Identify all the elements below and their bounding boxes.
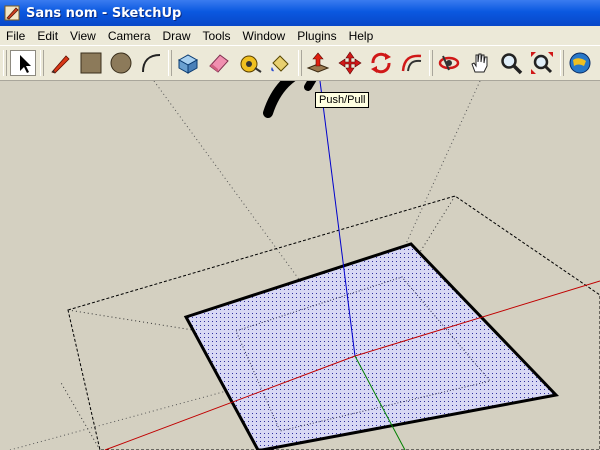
rectangle-tool-button[interactable] — [78, 50, 104, 76]
toolbar-separator — [429, 50, 433, 76]
menu-camera[interactable]: Camera — [102, 29, 157, 43]
push-pull-icon — [306, 52, 330, 73]
menu-window[interactable]: Window — [237, 29, 292, 43]
toolbar — [0, 45, 600, 81]
arc-icon — [142, 54, 161, 73]
rotate-tool-button[interactable] — [368, 50, 394, 76]
make-component-button[interactable] — [175, 50, 201, 76]
menu-help[interactable]: Help — [343, 29, 380, 43]
get-models-icon — [569, 52, 591, 74]
menu-bar: File Edit View Camera Draw Tools Window … — [0, 26, 600, 45]
rotate-icon — [371, 52, 391, 74]
arc-tool-button[interactable] — [138, 50, 164, 76]
pan-tool-button[interactable] — [467, 50, 493, 76]
guide-line — [59, 380, 101, 450]
toolbar-grip[interactable] — [3, 50, 7, 76]
menu-draw[interactable]: Draw — [157, 29, 197, 43]
selected-rectangle-face[interactable] — [183, 242, 560, 450]
push-pull-tooltip: Push/Pull — [315, 92, 370, 108]
title-bar: Sans nom - SketchUp — [0, 0, 600, 26]
get-models-button[interactable] — [567, 50, 593, 76]
annotation-arrowhead — [304, 81, 317, 91]
move-icon — [338, 51, 362, 75]
orbit-tool-button[interactable] — [436, 50, 462, 76]
menu-view[interactable]: View — [64, 29, 102, 43]
eraser-tool-button[interactable] — [206, 50, 232, 76]
menu-edit[interactable]: Edit — [31, 29, 64, 43]
zoom-extents-button[interactable] — [529, 50, 555, 76]
zoom-extents-icon — [531, 52, 553, 74]
zoom-icon — [501, 53, 523, 75]
menu-file[interactable]: File — [0, 29, 31, 43]
offset-icon — [401, 54, 422, 72]
tape-measure-icon — [240, 55, 262, 73]
offset-tool-button[interactable] — [399, 50, 425, 76]
paint-bucket-button[interactable] — [267, 50, 293, 76]
select-icon — [20, 55, 31, 73]
eraser-icon — [209, 54, 229, 73]
line-pencil-icon — [51, 55, 70, 74]
tape-measure-button[interactable] — [237, 50, 263, 76]
sketchup-pencil-icon — [4, 5, 20, 21]
circle-tool-button[interactable] — [108, 50, 134, 76]
toolbar-separator — [168, 50, 172, 76]
pan-icon — [471, 53, 488, 73]
line-tool-button[interactable] — [47, 50, 73, 76]
menu-tools[interactable]: Tools — [197, 29, 237, 43]
orbit-icon — [438, 55, 460, 71]
model-canvas[interactable] — [0, 81, 600, 450]
select-tool-button[interactable] — [10, 50, 36, 76]
rectangle-icon — [80, 52, 102, 74]
paint-bucket-icon — [271, 55, 289, 72]
move-tool-button[interactable] — [337, 50, 363, 76]
toolbar-separator — [560, 50, 564, 76]
toolbar-separator — [40, 50, 44, 76]
zoom-tool-button[interactable] — [498, 50, 524, 76]
make-component-icon — [177, 54, 199, 74]
toolbar-separator — [298, 50, 302, 76]
circle-icon — [110, 52, 132, 74]
menu-plugins[interactable]: Plugins — [291, 29, 342, 43]
window-title: Sans nom - SketchUp — [26, 5, 182, 21]
3d-viewport[interactable] — [0, 81, 600, 450]
push-pull-button[interactable] — [305, 50, 331, 76]
